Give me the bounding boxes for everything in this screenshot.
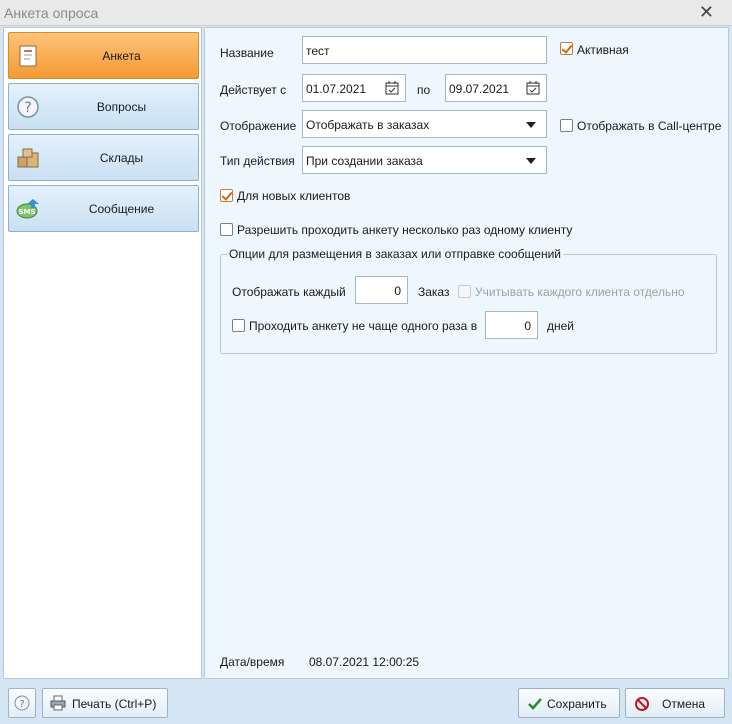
days-unit-label: дней	[547, 319, 575, 333]
question-icon: ?	[14, 695, 30, 711]
sidebar-item-label: Сообщение	[88, 202, 155, 216]
valid-from-value: 01.07.2021	[306, 82, 367, 96]
printer-icon	[50, 695, 66, 711]
cancel-icon	[635, 697, 649, 711]
calendar-icon[interactable]	[385, 81, 399, 95]
window-title: Анкета опроса	[4, 5, 99, 21]
options-group-title: Опции для размещения в заказах или отпра…	[227, 247, 564, 261]
sidebar-item-warehouses[interactable]: Склады	[8, 134, 199, 181]
sidebar-item-label: Вопросы	[96, 100, 147, 114]
once-per-checkbox[interactable]	[232, 319, 245, 332]
each-client-checkbox[interactable]	[458, 285, 471, 298]
options-group: Опции для размещения в заказах или отпра…	[220, 247, 717, 354]
boxes-icon	[17, 148, 39, 168]
sidebar: Анкета ? Вопросы Склады SMS Сообщение	[3, 27, 202, 679]
sidebar-item-label: Анкета	[102, 49, 141, 63]
content-panel: Название тест Активная Действует с 01.07…	[204, 27, 729, 679]
sidebar-item-anketa[interactable]: Анкета	[8, 32, 199, 79]
order-unit-label: Заказ	[418, 285, 450, 299]
name-label: Название	[220, 46, 274, 60]
svg-text:SMS: SMS	[18, 208, 35, 216]
show-every-input[interactable]: 0	[355, 276, 408, 304]
once-per-input[interactable]: 0	[485, 311, 538, 339]
each-client-label: Учитывать каждого клиента отдельно	[475, 285, 685, 299]
action-type-select[interactable]: При создании заказа	[302, 146, 547, 174]
new-clients-label: Для новых клиентов	[237, 189, 351, 203]
sms-icon: SMS	[16, 199, 39, 219]
question-icon: ?	[17, 96, 39, 118]
valid-to-value: 09.07.2021	[449, 82, 510, 96]
print-button-label: Печать (Ctrl+P)	[72, 697, 157, 711]
cancel-button[interactable]: Отмена	[625, 688, 725, 718]
callcenter-label: Отображать в Call-центре	[577, 119, 722, 133]
print-button[interactable]: Печать (Ctrl+P)	[42, 688, 168, 718]
save-button[interactable]: Сохранить	[518, 688, 620, 718]
check-icon	[528, 698, 542, 710]
svg-text:?: ?	[19, 699, 24, 710]
display-label: Отображение	[220, 119, 297, 133]
calendar-icon[interactable]	[526, 81, 540, 95]
display-select[interactable]: Отображать в заказах	[302, 110, 547, 138]
form-icon	[19, 45, 37, 67]
new-clients-checkbox[interactable]	[220, 189, 233, 202]
callcenter-checkbox[interactable]	[560, 119, 573, 132]
active-checkbox[interactable]	[560, 42, 573, 55]
cancel-button-label: Отмена	[662, 697, 706, 711]
once-per-label: Проходить анкету не чаще одного раза в	[249, 319, 478, 333]
action-type-label: Тип действия	[220, 154, 295, 168]
sidebar-item-questions[interactable]: ? Вопросы	[8, 83, 199, 130]
title-bar: Анкета опроса ✕	[0, 0, 732, 26]
valid-from-label: Действует с	[220, 83, 287, 97]
valid-to-label: по	[417, 83, 431, 97]
close-icon[interactable]: ✕	[699, 2, 714, 23]
chevron-down-icon[interactable]	[526, 122, 536, 128]
valid-to-date-input[interactable]: 09.07.2021	[445, 74, 547, 102]
show-every-label: Отображать каждый	[232, 285, 346, 299]
svg-text:?: ?	[24, 100, 31, 116]
chevron-down-icon[interactable]	[526, 158, 536, 164]
sidebar-item-label: Склады	[99, 151, 144, 165]
display-selected-value: Отображать в заказах	[306, 118, 430, 132]
multi-pass-label: Разрешить проходить анкету несколько раз…	[237, 223, 573, 237]
action-type-selected-value: При создании заказа	[306, 154, 423, 168]
active-label: Активная	[577, 43, 629, 57]
save-button-label: Сохранить	[547, 697, 607, 711]
name-input[interactable]: тест	[302, 36, 547, 64]
help-button[interactable]: ?	[8, 688, 36, 718]
sidebar-item-message[interactable]: SMS Сообщение	[8, 185, 199, 232]
datetime-label: Дата/время	[220, 655, 285, 669]
valid-from-date-input[interactable]: 01.07.2021	[302, 74, 406, 102]
datetime-value: 08.07.2021 12:00:25	[309, 655, 420, 669]
multi-pass-checkbox[interactable]	[220, 223, 233, 236]
